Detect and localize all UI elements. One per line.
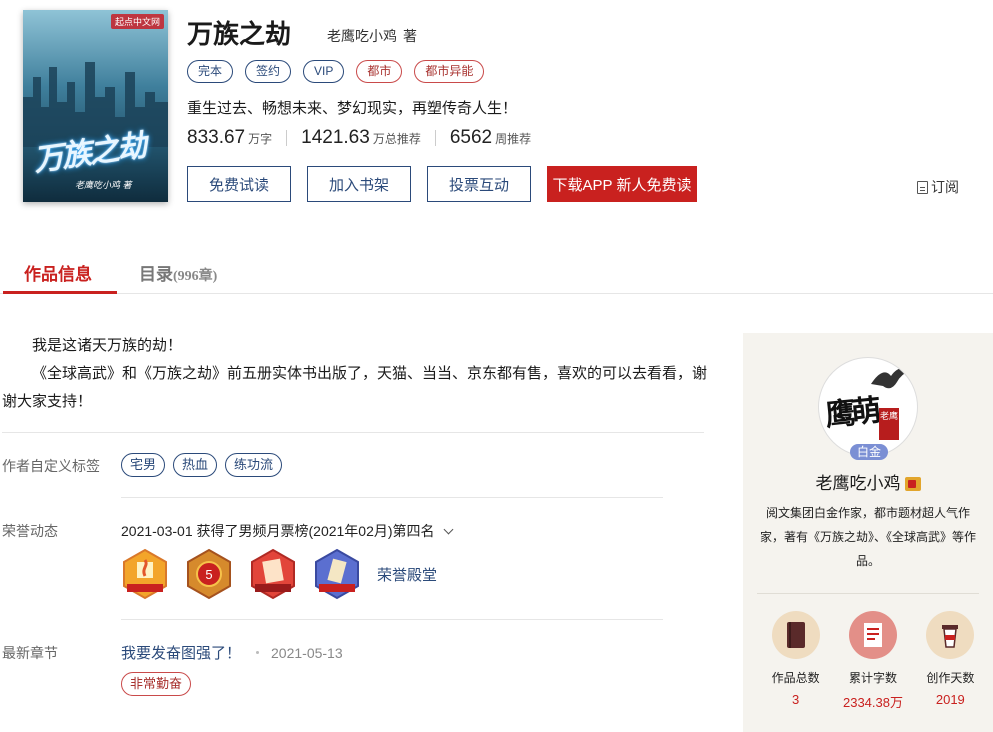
tab-catalog-count: (996章) <box>173 269 218 284</box>
author-name-text: 老鹰吃小鸡 <box>815 474 901 493</box>
free-read-button[interactable]: 免费试读 <box>187 166 291 202</box>
avatar-seal: 老鹰 <box>879 408 899 440</box>
latest-chapter-label: 最新章节 <box>2 645 58 661</box>
chevron-down-icon <box>443 524 453 534</box>
tag-vip: VIP <box>303 60 345 83</box>
add-to-shelf-button[interactable]: 加入书架 <box>307 166 411 202</box>
download-app-button[interactable]: 下载APP 新人免费读 <box>547 166 697 202</box>
divider <box>757 593 979 594</box>
book-cover[interactable]: 起点中文网 万族之劫 老鹰吃小鸡 著 <box>23 10 168 202</box>
author-stat-value: 2334.38万 <box>842 695 903 710</box>
custom-tag[interactable]: 宅男 <box>121 453 166 477</box>
stat-week-recommend: 6562 周推荐 <box>450 127 531 149</box>
author-stat-label: 累计字数 <box>848 671 897 685</box>
diligent-badge: 非常勤奋 <box>121 672 192 696</box>
author-card: 鹰萌 老鹰 白金 老鹰吃小鸡 阅文集团白金作家，都市题材超人气作家，著有《万族之… <box>743 333 993 732</box>
tag-subcategory[interactable]: 都市异能 <box>414 60 485 83</box>
honor-badge-ticket[interactable] <box>249 548 297 600</box>
latest-chapter-link[interactable]: 我要发奋图强了！ <box>121 642 241 663</box>
author-stat-label: 作品总数 <box>771 671 820 685</box>
action-buttons: 免费试读 加入书架 投票互动 下载APP 新人免费读 <box>187 166 697 202</box>
author-stat-value: 2019 <box>935 692 965 707</box>
stat-total-recommend-unit: 万总推荐 <box>372 132 421 146</box>
custom-tag[interactable]: 热血 <box>173 453 218 477</box>
cover-author: 老鹰吃小鸡 著 <box>75 180 132 190</box>
badge-number: 5 <box>205 567 212 582</box>
honor-badge-rank[interactable]: 5 <box>185 548 233 600</box>
tag-finished: 完本 <box>187 60 234 83</box>
honor-dropdown[interactable]: 2021-03-01 获得了男频月票榜(2021年02月)第四名 <box>121 521 453 541</box>
stat-words-value: 833.67 <box>187 127 246 148</box>
honor-hall-link[interactable]: 荣誉殿堂 <box>377 564 437 585</box>
description-line: 《全球高武》和《万族之劫》前五册实体书出版了，天猫、当当、京东都有售，喜欢的可以… <box>2 365 708 410</box>
tab-bar: 作品信息 目录(996章) <box>0 248 993 294</box>
author-stat-days: 创作天数 2019 <box>912 611 989 711</box>
latest-chapter-date: 2021-05-13 <box>271 644 343 661</box>
author-stat-value: 3 <box>792 692 800 707</box>
author-bio: 阅文集团白金作家，都市题材超人气作家，著有《万族之劫》、《全球高武》等作品。 <box>759 506 976 568</box>
author-stat-words: 累计字数 2334.38万 <box>834 611 911 711</box>
book-title: 万族之劫 <box>187 19 292 49</box>
tab-book-info[interactable]: 作品信息 <box>24 260 92 285</box>
book-description: 我是这诸天万族的劫！ 《全球高武》和《万族之劫》前五册实体书出版了，天猫、当当、… <box>2 332 707 416</box>
stat-week-recommend-unit: 周推荐 <box>495 132 532 146</box>
separator-dot <box>256 651 260 654</box>
honor-badge-fire[interactable] <box>121 548 169 600</box>
tab-catalog-label: 目录 <box>139 265 173 284</box>
subscribe-button[interactable]: 订阅 <box>917 177 959 197</box>
custom-tags: 宅男 热血 练功流 <box>121 453 283 477</box>
manuscript-icon <box>848 611 897 659</box>
book-tags: 完本 签约 VIP 都市 都市异能 <box>187 60 485 83</box>
book-stats: 833.67 万字 1421.63 万总推荐 6562 周推荐 <box>187 127 531 149</box>
honor-badges: 5 荣誉殿堂 <box>121 548 437 600</box>
document-icon <box>917 180 928 194</box>
tag-category[interactable]: 都市 <box>356 60 403 83</box>
coffee-cup-icon <box>926 611 975 659</box>
divider <box>121 497 663 498</box>
author-stat-label: 创作天数 <box>926 671 975 685</box>
author-line: 老鹰吃小鸡著 <box>327 26 417 46</box>
author-vip-icon <box>904 477 921 491</box>
stat-week-recommend-value: 6562 <box>449 127 493 148</box>
custom-tags-label: 作者自定义标签 <box>2 458 100 474</box>
stat-words-unit: 万字 <box>248 132 273 146</box>
author-level-badge: 白金 <box>850 444 888 460</box>
author-suffix: 著 <box>403 28 417 44</box>
vote-button[interactable]: 投票互动 <box>427 166 531 202</box>
author-stat-works: 作品总数 3 <box>757 611 834 711</box>
subscribe-label: 订阅 <box>931 179 959 195</box>
avatar-calligraphy: 鹰萌 <box>823 393 880 434</box>
cover-brand-logo: 起点中文网 <box>110 14 164 29</box>
honor-label: 荣誉动态 <box>2 523 58 539</box>
book-icon <box>771 611 820 659</box>
author-link[interactable]: 老鹰吃小鸡 <box>327 28 397 44</box>
stat-words: 833.67 万字 <box>187 127 272 149</box>
author-name[interactable]: 老鹰吃小鸡 <box>743 469 993 494</box>
tab-active-indicator <box>3 291 117 294</box>
honor-badge-scroll[interactable] <box>313 548 361 600</box>
stat-total-recommend: 1421.63 万总推荐 <box>301 127 421 149</box>
description-line: 我是这诸天万族的劫！ <box>32 337 183 354</box>
stat-divider <box>286 130 288 146</box>
tag-signed: 签约 <box>245 60 292 83</box>
book-intro: 重生过去、畅想未来、梦幻现实，再塑传奇人生！ <box>187 100 518 117</box>
stat-total-recommend-value: 1421.63 <box>301 127 370 148</box>
stat-divider <box>434 130 436 146</box>
eagle-illustration <box>871 368 911 389</box>
author-stats: 作品总数 3 累计字数 2334.38万 创作天数 2019 <box>757 611 989 711</box>
tab-catalog[interactable]: 目录(996章) <box>139 260 217 285</box>
custom-tag[interactable]: 练功流 <box>225 453 283 477</box>
author-avatar[interactable]: 鹰萌 老鹰 <box>818 357 918 457</box>
latest-chapter: 我要发奋图强了！ 2021-05-13 <box>121 642 343 663</box>
divider <box>121 619 663 620</box>
honor-text: 2021-03-01 获得了男频月票榜(2021年02月)第四名 <box>121 523 435 539</box>
divider <box>2 432 704 433</box>
